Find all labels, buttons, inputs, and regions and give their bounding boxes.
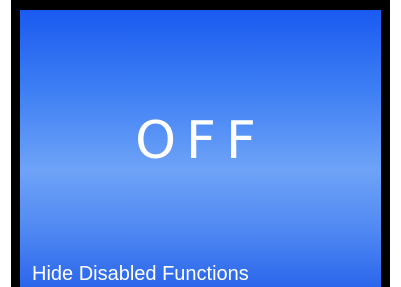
display-bezel: OFF Hide Disabled Functions — [11, 0, 390, 287]
window-frame: OFF Hide Disabled Functions — [0, 0, 401, 287]
toggle-caption: Hide Disabled Functions — [32, 263, 249, 285]
toggle-state-label[interactable]: OFF — [20, 115, 381, 167]
toggle-screen[interactable]: OFF Hide Disabled Functions — [20, 10, 381, 287]
